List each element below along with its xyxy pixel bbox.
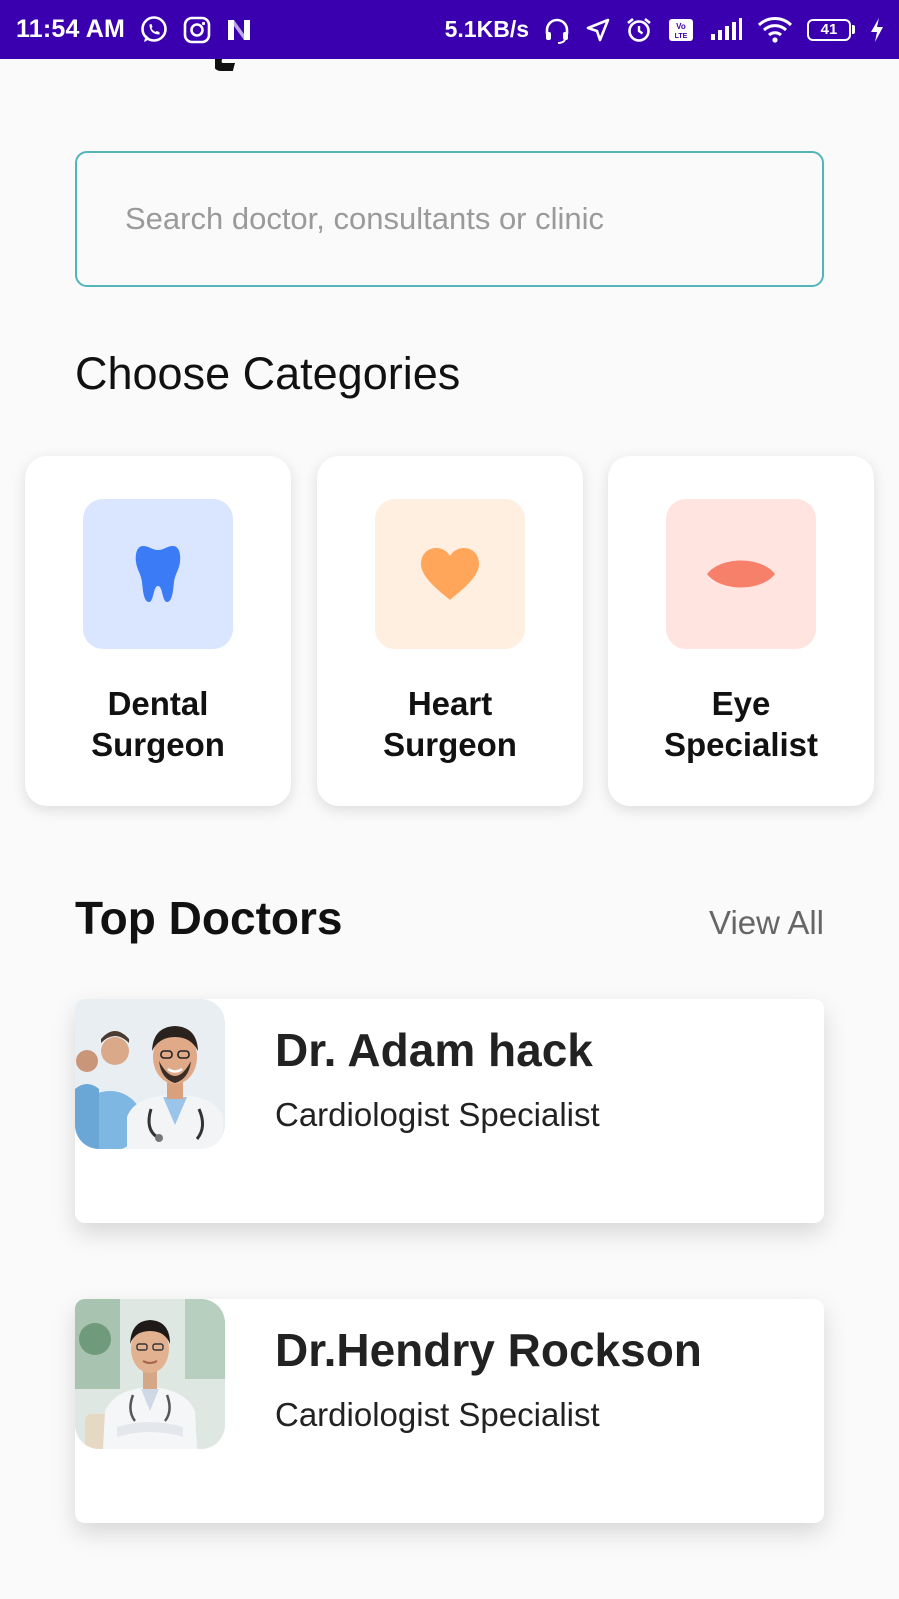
status-bar-left: 11:54 AM	[16, 15, 253, 45]
category-label-line1: Heart	[407, 685, 493, 722]
wifi-icon	[757, 16, 793, 44]
doctor-name: Dr. Adam hack	[275, 1024, 593, 1076]
category-label-line2: Specialist	[663, 726, 819, 763]
battery-tip	[852, 25, 855, 34]
category-icon-box	[83, 499, 233, 649]
location-arrow-icon	[585, 17, 611, 43]
heart-icon	[421, 548, 479, 600]
doctor-photo	[75, 999, 225, 1149]
whatsapp-icon	[139, 15, 169, 45]
doctor-name: Dr.Hendry Rockson	[275, 1324, 702, 1376]
category-label: Heart Surgeon	[340, 683, 560, 765]
network-speed: 5.1KB/s	[444, 16, 529, 42]
eye-icon	[707, 560, 775, 588]
search-input[interactable]	[125, 201, 822, 237]
doctor-card[interactable]: Dr.Hendry Rockson Cardiologist Specialis…	[75, 1299, 824, 1523]
category-card-heart[interactable]: Heart Surgeon	[317, 456, 583, 806]
doctor-specialty: Cardiologist Specialist	[275, 1096, 600, 1133]
app-screen: 11:54 AM 5.1KB/s Vo LTE 41 Search doctor…	[0, 0, 899, 1599]
instagram-icon	[183, 16, 211, 44]
search-box[interactable]	[75, 151, 824, 287]
charging-icon	[869, 17, 885, 43]
alarm-icon	[625, 16, 653, 44]
battery-level: 41	[807, 18, 851, 41]
view-all-link[interactable]: View All	[709, 904, 824, 942]
doctor-photo	[75, 1299, 225, 1449]
tooth-icon	[135, 546, 181, 602]
category-card-dental[interactable]: Dental Surgeon	[25, 456, 291, 806]
battery-icon: 41	[807, 18, 855, 41]
signal-icon	[709, 17, 743, 43]
status-bar: 11:54 AM 5.1KB/s Vo LTE 41	[0, 0, 899, 59]
category-card-eye[interactable]: Eye Specialist	[608, 456, 874, 806]
status-time: 11:54 AM	[16, 15, 126, 43]
svg-text:LTE: LTE	[675, 33, 688, 40]
category-icon-box	[666, 499, 816, 649]
status-bar-right: 5.1KB/s Vo LTE 41	[445, 16, 885, 44]
headset-icon	[543, 16, 571, 44]
doctor-card[interactable]: Dr. Adam hack Cardiologist Specialist	[75, 999, 824, 1223]
category-icon-box	[375, 499, 525, 649]
category-label-line2: Surgeon	[383, 726, 517, 763]
category-label-line1: Eye	[711, 685, 771, 722]
category-label: Eye Specialist	[631, 683, 851, 765]
n-app-icon	[225, 17, 253, 43]
top-doctors-title: Top Doctors	[75, 892, 343, 944]
volte-icon: Vo LTE	[667, 16, 695, 44]
category-label-line2: Surgeon	[91, 726, 225, 763]
doctor-specialty: Cardiologist Specialist	[275, 1396, 600, 1433]
svg-text:Vo: Vo	[676, 22, 686, 31]
category-label-line1: Dental	[107, 685, 209, 722]
category-label: Dental Surgeon	[48, 683, 268, 765]
header-title-fragment	[215, 59, 239, 71]
categories-title: Choose Categories	[75, 348, 461, 399]
